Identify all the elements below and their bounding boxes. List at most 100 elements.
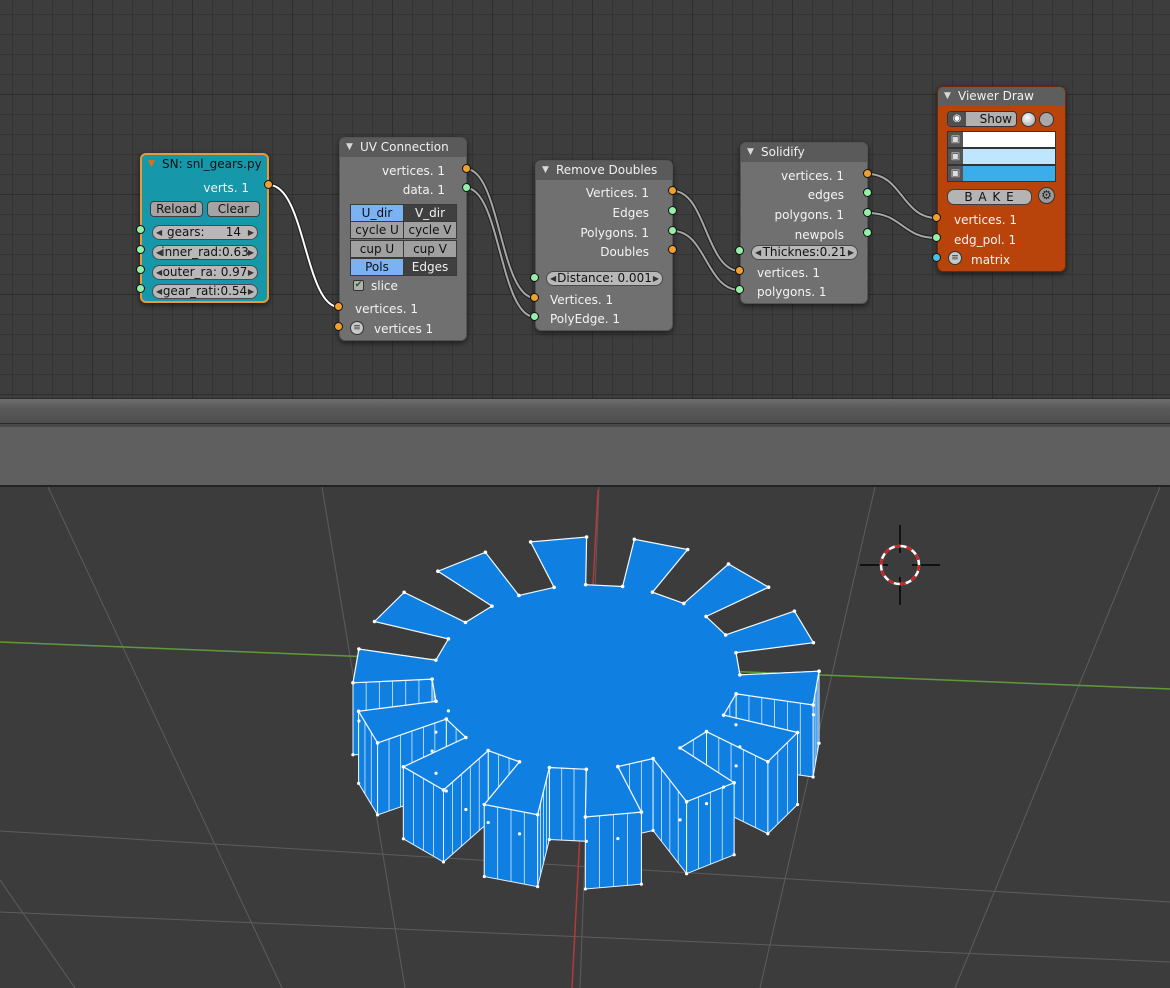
edges-output-label: edges <box>807 188 844 202</box>
decrement-arrow-icon[interactable]: ◀ <box>755 246 761 259</box>
pols-toggle[interactable]: Pols <box>350 258 404 276</box>
gear-rati-input-socket[interactable] <box>136 284 145 293</box>
cup-v-toggle[interactable]: cup V <box>403 240 457 258</box>
script-node[interactable]: ▼ SN: snl_gears.py verts. 1 Reload Clear… <box>140 153 269 303</box>
gear-rati-field[interactable]: ◀ gear_rati:0.54 ▶ <box>152 284 258 299</box>
gear-vertex <box>517 832 522 836</box>
solidify-node[interactable]: ▼ Solidify vertices. 1 edges polygons. 1… <box>740 142 868 304</box>
gear-vertex <box>732 780 736 785</box>
edges-toggle[interactable]: Edges <box>403 258 457 276</box>
gear-vertex <box>486 748 490 753</box>
gear-vertex <box>434 699 438 704</box>
outer-ra-field[interactable]: ◀ outer_ra: 0.97 ▶ <box>152 265 258 280</box>
vertices-output-label: vertices. 1 <box>781 169 844 183</box>
newpols-output-socket[interactable] <box>863 228 872 237</box>
thickness-field[interactable]: ◀ Thicknes:0.21 ▶ <box>751 245 858 260</box>
thickness-input-socket[interactable] <box>735 246 744 255</box>
reload-button[interactable]: Reload <box>150 201 203 217</box>
shading-toggle-icon[interactable] <box>1021 112 1036 127</box>
vertices-input-socket[interactable] <box>334 302 343 311</box>
increment-arrow-icon[interactable]: ▶ <box>248 246 254 259</box>
vertices-input-socket[interactable] <box>932 213 941 222</box>
vertex-color-row[interactable]: ▣ <box>947 131 1056 148</box>
polygons-input-socket[interactable] <box>735 285 744 294</box>
decrement-arrow-icon[interactable]: ◀ <box>156 266 162 279</box>
polygons-output-label: polygons. 1 <box>774 208 844 222</box>
edg-pol-input-socket[interactable] <box>932 233 941 242</box>
collapse-arrow-icon[interactable]: ▼ <box>148 155 155 174</box>
polygons-output-socket[interactable] <box>668 226 677 235</box>
decrement-arrow-icon[interactable]: ◀ <box>156 226 162 239</box>
distance-field[interactable]: ◀ Distance: 0.001 ▶ <box>546 271 663 286</box>
distance-input-socket[interactable] <box>530 273 539 282</box>
editor-separator[interactable] <box>0 398 1170 424</box>
gear-vertex <box>463 620 468 625</box>
gear-vertex <box>766 585 771 589</box>
solidify-header[interactable]: ▼ Solidify <box>741 143 867 162</box>
gear-vertex <box>639 810 644 814</box>
uv-connection-header[interactable]: ▼ UV Connection <box>340 138 466 157</box>
collapse-arrow-icon[interactable]: ▼ <box>346 138 353 157</box>
gear-vertex <box>547 837 551 842</box>
face-color-row[interactable]: ▣ <box>947 165 1056 182</box>
increment-arrow-icon[interactable]: ▶ <box>248 226 254 239</box>
vertices-output-socket[interactable] <box>863 169 872 178</box>
remove-doubles-node[interactable]: ▼ Remove Doubles Vertices. 1 Edges Polyg… <box>535 160 673 331</box>
u-dir-toggle[interactable]: U_dir <box>350 204 404 222</box>
edge-color-row[interactable]: ▣ <box>947 148 1056 165</box>
cup-u-toggle[interactable]: cup U <box>350 240 404 258</box>
show-toggle[interactable]: ◉ Show <box>947 111 1017 127</box>
gear-vertex <box>535 812 540 817</box>
decrement-arrow-icon[interactable]: ◀ <box>550 272 556 285</box>
slice-checkbox[interactable]: ✔ <box>353 280 364 291</box>
gear-vertex <box>734 764 738 768</box>
outer-ra-input-socket[interactable] <box>136 265 145 274</box>
3d-viewport[interactable] <box>0 487 1170 988</box>
gear-side-face <box>548 766 587 842</box>
shading-toggle-2-icon[interactable] <box>1039 112 1054 127</box>
matrix-input-socket[interactable] <box>932 253 941 262</box>
polygons-output-socket[interactable] <box>863 208 872 217</box>
increment-arrow-icon[interactable]: ▶ <box>848 246 854 259</box>
gears-field[interactable]: ◀ gears: 14 ▶ <box>152 225 258 240</box>
inner-rad-input-socket[interactable] <box>136 245 145 254</box>
node-editor[interactable]: ▼ SN: snl_gears.py verts. 1 Reload Clear… <box>0 0 1170 398</box>
gears-input-socket[interactable] <box>136 225 145 234</box>
edg-pol-input-label: edg_pol. 1 <box>954 233 1017 247</box>
v-dir-toggle[interactable]: V_dir <box>403 204 457 222</box>
increment-arrow-icon[interactable]: ▶ <box>248 266 254 279</box>
verts-output-socket[interactable] <box>264 180 273 189</box>
polyedge-input-socket[interactable] <box>530 312 539 321</box>
gear-vertex <box>721 785 726 789</box>
vertices-output-socket[interactable] <box>668 186 677 195</box>
increment-arrow-icon[interactable]: ▶ <box>653 272 659 285</box>
edges-output-socket[interactable] <box>863 188 872 197</box>
inner-rad-field[interactable]: ◀ inner_rad:0.63 ▶ <box>152 245 258 260</box>
edges-output-socket[interactable] <box>668 206 677 215</box>
collapse-arrow-icon[interactable]: ▼ <box>747 143 754 162</box>
remove-doubles-header[interactable]: ▼ Remove Doubles <box>536 161 672 180</box>
vertices2-input-socket[interactable] <box>334 322 343 331</box>
viewer-draw-header[interactable]: ▼ Viewer Draw <box>938 87 1065 106</box>
data-output-socket[interactable] <box>462 183 471 192</box>
settings-gear-icon[interactable]: ⚙ <box>1038 187 1055 204</box>
decrement-arrow-icon[interactable]: ◀ <box>156 246 162 259</box>
cycle-u-toggle[interactable]: cycle U <box>350 221 404 239</box>
cycle-v-toggle[interactable]: cycle V <box>403 221 457 239</box>
uv-connection-node[interactable]: ▼ UV Connection vertices. 1 data. 1 U_di… <box>339 137 467 341</box>
clear-button[interactable]: Clear <box>207 201 260 217</box>
vertices-output-socket[interactable] <box>462 164 471 173</box>
vertices-input-socket[interactable] <box>530 293 539 302</box>
doubles-output-socket[interactable] <box>668 245 677 254</box>
collapse-arrow-icon[interactable]: ▼ <box>944 87 951 106</box>
viewer-draw-title: Viewer Draw <box>958 89 1034 103</box>
decrement-arrow-icon[interactable]: ◀ <box>156 285 162 298</box>
collapse-arrow-icon[interactable]: ▼ <box>542 161 549 180</box>
vertices-input-socket[interactable] <box>735 266 744 275</box>
viewport-header[interactable] <box>0 424 1170 487</box>
script-node-header[interactable]: ▼ SN: snl_gears.py <box>142 155 267 174</box>
matrix-list-icon: ≡ <box>948 251 962 265</box>
increment-arrow-icon[interactable]: ▶ <box>248 285 254 298</box>
viewer-draw-node[interactable]: ▼ Viewer Draw ◉ Show ▣ ▣ ▣ B A K E ⚙ ver… <box>937 86 1066 272</box>
bake-button[interactable]: B A K E <box>947 189 1032 205</box>
